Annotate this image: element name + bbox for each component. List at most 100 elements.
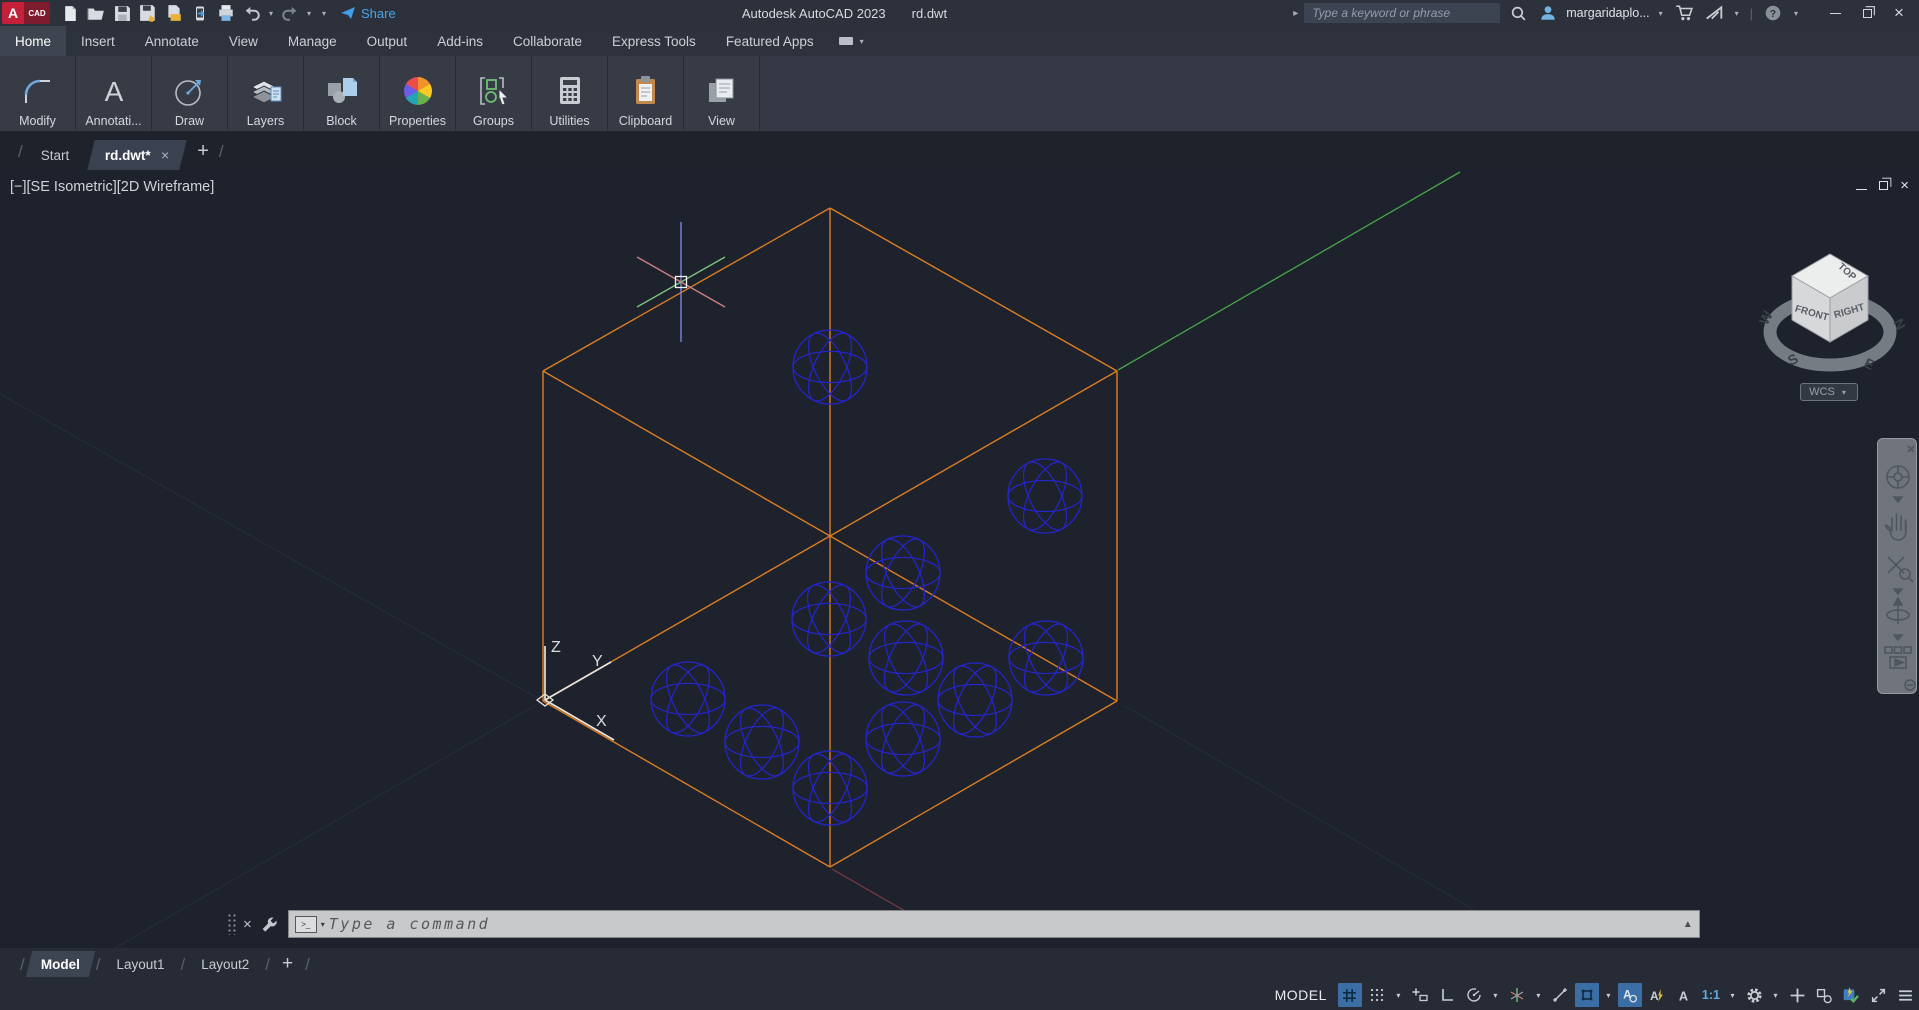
ortho-toggle[interactable] [1435, 983, 1459, 1007]
isodraft-toggle[interactable] [1505, 983, 1529, 1007]
panel-utilities[interactable]: Utilities [532, 56, 608, 131]
pan-button[interactable] [1886, 514, 1906, 540]
viewport-controls-label[interactable]: [−][SE Isometric][2D Wireframe] [10, 179, 214, 195]
tab-featured-apps[interactable]: Featured Apps [711, 26, 829, 56]
help-search-input[interactable] [1304, 3, 1500, 23]
panel-layers[interactable]: Layers [228, 56, 304, 131]
username-menu[interactable]: margaridaplo... [1566, 6, 1649, 20]
tab-view[interactable]: View [214, 26, 273, 56]
layout-tab-layout1[interactable]: Layout1 [104, 951, 176, 977]
close-button[interactable]: × [1885, 1, 1913, 25]
annotation-monitor-button[interactable] [1785, 983, 1809, 1007]
undo-dropdown[interactable]: ▾ [266, 9, 276, 18]
command-customize-button[interactable] [258, 912, 282, 936]
new-layout-button[interactable]: + [282, 953, 293, 975]
app-store-button[interactable] [1672, 1, 1696, 25]
save-as-button[interactable] [136, 1, 160, 25]
panel-block[interactable]: Block [304, 56, 380, 131]
command-dock-close-icon[interactable]: × [243, 916, 252, 933]
tab-express-tools[interactable]: Express Tools [597, 26, 711, 56]
model-space-indicator[interactable]: MODEL [1275, 987, 1327, 1003]
osnap-dropdown[interactable]: ▾ [1602, 983, 1615, 1007]
tab-addins[interactable]: Add-ins [422, 26, 498, 56]
tab-output[interactable]: Output [352, 26, 423, 56]
share-button[interactable]: Share [340, 5, 396, 21]
graphics-performance-button[interactable] [1839, 983, 1863, 1007]
panel-clipboard[interactable]: Clipboard [608, 56, 684, 131]
ribbon-display-options-button[interactable]: ▾ [839, 26, 867, 56]
showmotion-button[interactable] [1885, 647, 1911, 668]
snap-dropdown[interactable]: ▾ [1392, 983, 1405, 1007]
autodesk-dropdown[interactable]: ▾ [1732, 9, 1742, 18]
annotation-visibility-toggle[interactable]: A [1618, 983, 1642, 1007]
file-tab-document[interactable]: rd.dwt* × [88, 140, 187, 170]
clean-screen-button[interactable] [1866, 983, 1890, 1007]
object-snap-toggle[interactable] [1575, 983, 1599, 1007]
command-line[interactable]: >_ ▾ ▲ [288, 910, 1700, 938]
command-dock-drag-handle[interactable] [227, 913, 237, 935]
autodesk-account-button[interactable] [1702, 1, 1726, 25]
qat-customize-button[interactable]: ▾ [316, 9, 332, 18]
annotation-scale-button[interactable]: A [1672, 983, 1696, 1007]
file-tab-close-icon[interactable]: × [161, 147, 169, 163]
doc-close-icon[interactable]: × [1900, 177, 1909, 194]
panel-view[interactable]: View [684, 56, 760, 131]
scale-dropdown[interactable]: ▾ [1726, 983, 1739, 1007]
minimize-button[interactable] [1821, 1, 1849, 25]
drawing-area[interactable]: ZYX [−][SE Isometric][2D Wireframe] × W … [0, 170, 1919, 948]
snap-toggle[interactable] [1365, 983, 1389, 1007]
orbit-dropdown-icon[interactable] [1894, 635, 1902, 640]
new-drawing-tab-button[interactable]: + [197, 140, 209, 163]
panel-modify[interactable]: Modify [0, 56, 76, 131]
open-button[interactable] [84, 1, 108, 25]
search-button[interactable] [1506, 1, 1530, 25]
isodraft-dropdown[interactable]: ▾ [1532, 983, 1545, 1007]
save-button[interactable] [110, 1, 134, 25]
wcs-menu-button[interactable]: WCS ▾ [1800, 383, 1858, 401]
command-history-expand-icon[interactable]: ▲ [1683, 919, 1693, 930]
dynamic-input-toggle[interactable] [1408, 983, 1432, 1007]
layout-tab-model[interactable]: Model [25, 951, 94, 977]
workspace-dropdown[interactable]: ▾ [1769, 983, 1782, 1007]
navigation-wheel-button[interactable] [1887, 466, 1909, 488]
model-space-view[interactable]: ZYX [0, 170, 1919, 948]
help-button[interactable]: ? [1761, 1, 1785, 25]
orbit-button[interactable] [1887, 598, 1909, 624]
doc-minimize-icon[interactable] [1856, 182, 1867, 190]
tab-annotate[interactable]: Annotate [130, 26, 214, 56]
panel-draw[interactable]: Draw [152, 56, 228, 131]
annotation-autoscale-toggle[interactable]: A [1645, 983, 1669, 1007]
tab-collaborate[interactable]: Collaborate [498, 26, 597, 56]
redo-dropdown[interactable]: ▾ [304, 9, 314, 18]
new-file-button[interactable] [58, 1, 82, 25]
layout-tab-layout2[interactable]: Layout2 [189, 951, 261, 977]
zoom-dropdown-icon[interactable] [1894, 589, 1902, 594]
help-dropdown[interactable]: ▾ [1791, 9, 1801, 18]
object-snap-tracking-toggle[interactable] [1548, 983, 1572, 1007]
redo-button[interactable] [278, 1, 302, 25]
navwheel-dropdown-icon[interactable] [1894, 497, 1902, 502]
status-customization-button[interactable] [1893, 983, 1917, 1007]
recent-commands-dropdown[interactable]: ▾ [321, 920, 325, 929]
navbar-minimize-icon[interactable] [1905, 680, 1915, 690]
plot-button[interactable] [214, 1, 238, 25]
open-from-mobile-button[interactable] [188, 1, 212, 25]
search-collapse-arrow[interactable]: ▸ [1293, 8, 1298, 19]
file-tab-start[interactable]: Start [27, 140, 84, 170]
current-scale-label[interactable]: 1:1 [1699, 988, 1723, 1002]
command-prompt-icon[interactable]: >_ [295, 916, 317, 933]
restore-button[interactable] [1853, 1, 1881, 25]
panel-properties[interactable]: Properties [380, 56, 456, 131]
tab-home[interactable]: Home [0, 26, 66, 56]
tab-insert[interactable]: Insert [66, 26, 130, 56]
tab-manage[interactable]: Manage [273, 26, 352, 56]
save-to-web-button[interactable] [162, 1, 186, 25]
panel-groups[interactable]: Groups [456, 56, 532, 131]
username-dropdown[interactable]: ▾ [1656, 9, 1666, 18]
zoom-button[interactable] [1888, 557, 1913, 582]
isolate-objects-button[interactable] [1812, 983, 1836, 1007]
grid-toggle[interactable] [1338, 983, 1362, 1007]
doc-restore-icon[interactable] [1879, 181, 1888, 190]
command-input[interactable] [329, 915, 1679, 933]
workspace-switching-button[interactable] [1742, 983, 1766, 1007]
